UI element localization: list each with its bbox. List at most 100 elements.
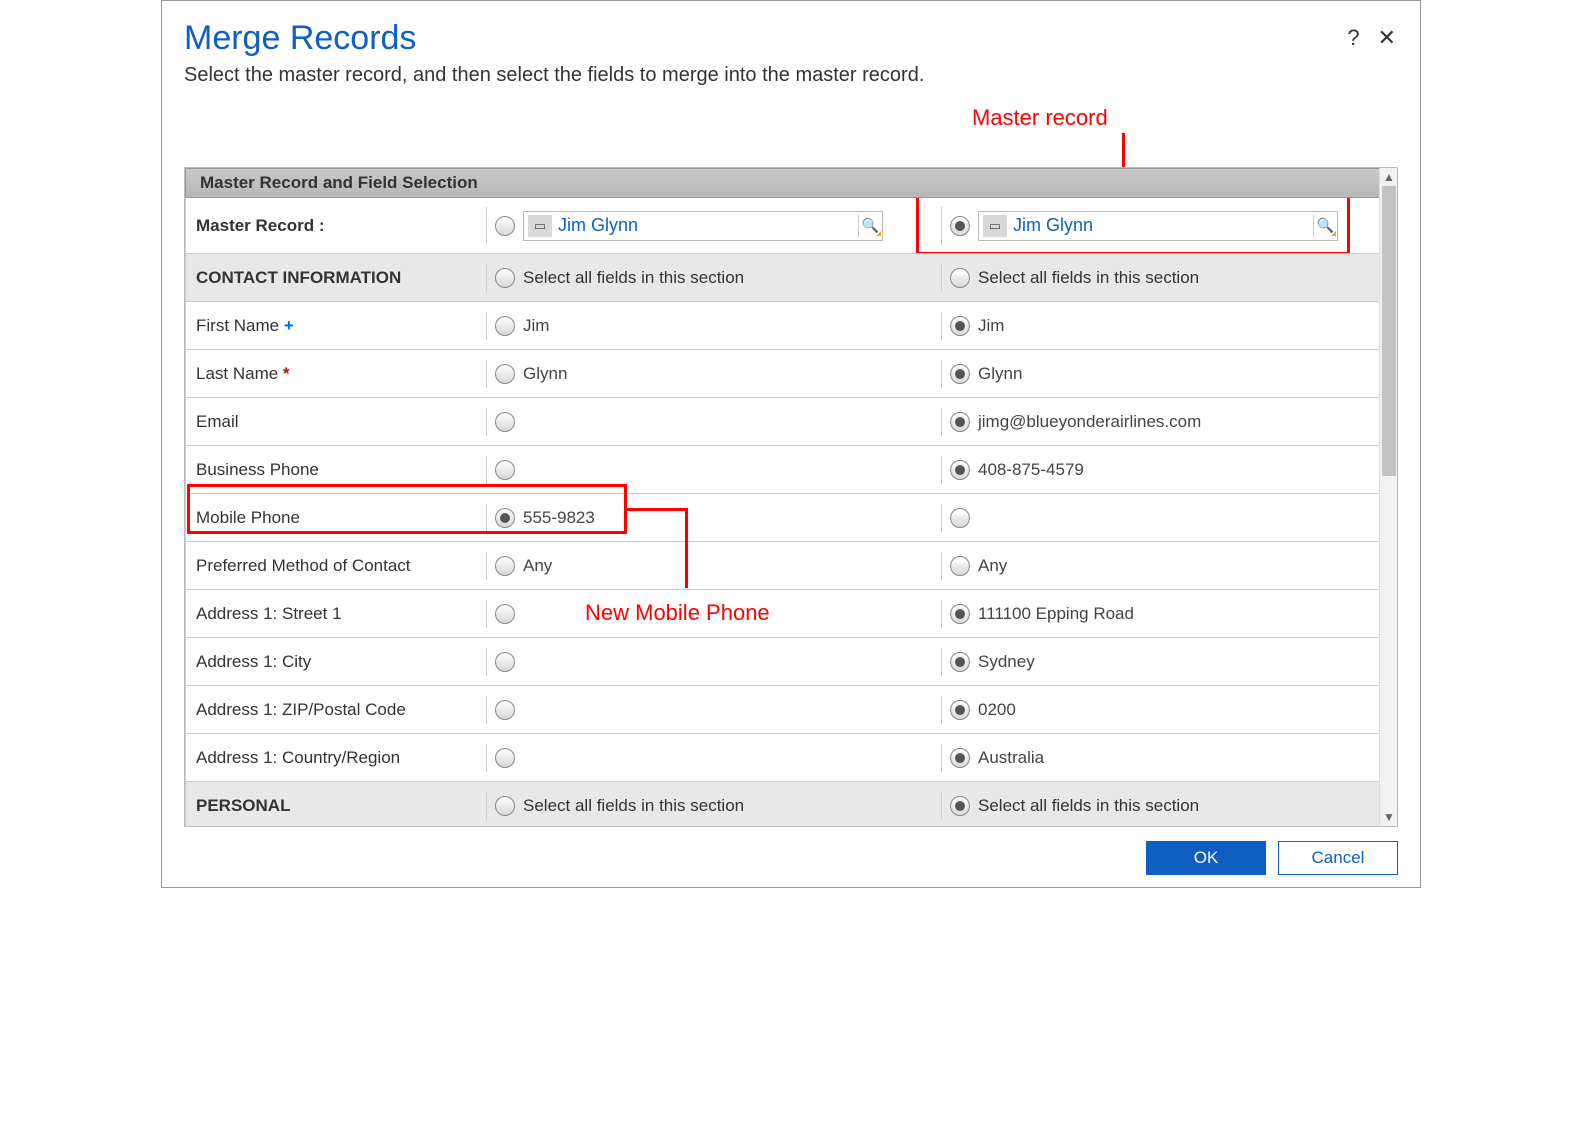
radio-left[interactable] bbox=[495, 508, 515, 528]
selectall-label-right: Select all fields in this section bbox=[978, 268, 1199, 288]
field-label: Mobile Phone bbox=[186, 502, 486, 534]
scrollbar[interactable]: ▲ ▼ bbox=[1379, 168, 1397, 826]
scroll-up-icon[interactable]: ▲ bbox=[1380, 168, 1398, 186]
lookup-search-icon[interactable]: 🔍 bbox=[1313, 215, 1337, 237]
annotation-master-record: Master record bbox=[972, 105, 1108, 131]
close-icon[interactable]: ✕ bbox=[1378, 25, 1396, 51]
field-value-text: 111100 Epping Road bbox=[978, 604, 1134, 624]
field-value-text: Jim bbox=[978, 316, 1004, 336]
field-value-right: Jim bbox=[941, 312, 1396, 340]
lookup-right[interactable]: ▭ Jim Glynn 🔍 bbox=[978, 211, 1338, 241]
field-value-text: jimg@blueyonderairlines.com bbox=[978, 412, 1201, 432]
field-value-right: 111100 Epping Road bbox=[941, 600, 1396, 628]
field-value-text: Jim bbox=[523, 316, 549, 336]
radio-left[interactable] bbox=[495, 652, 515, 672]
radio-selectall-contact-left[interactable] bbox=[495, 268, 515, 288]
field-value-left: 555-9823 bbox=[486, 504, 941, 532]
field-value-left: Glynn bbox=[486, 360, 941, 388]
field-value-text: Australia bbox=[978, 748, 1044, 768]
lookup-left-text: Jim Glynn bbox=[556, 215, 858, 236]
field-value-right: Glynn bbox=[941, 360, 1396, 388]
radio-right[interactable] bbox=[950, 364, 970, 384]
cancel-button[interactable]: Cancel bbox=[1278, 841, 1398, 875]
field-row: Email jimg@blueyonderairlines.com bbox=[185, 398, 1397, 446]
field-value-text: Glynn bbox=[978, 364, 1022, 384]
section-contact-label: CONTACT INFORMATION bbox=[186, 262, 486, 294]
master-record-label: Master Record : bbox=[186, 210, 486, 242]
field-row: Business Phone408-875-4579 bbox=[185, 446, 1397, 494]
field-value-text: Sydney bbox=[978, 652, 1035, 672]
radio-left[interactable] bbox=[495, 748, 515, 768]
field-row: Mobile Phone555-9823 bbox=[185, 494, 1397, 542]
section-personal-label: PERSONAL bbox=[186, 790, 486, 822]
field-value-text: Glynn bbox=[523, 364, 567, 384]
ok-button[interactable]: OK bbox=[1146, 841, 1266, 875]
lookup-left[interactable]: ▭ Jim Glynn 🔍 bbox=[523, 211, 883, 241]
scroll-thumb[interactable] bbox=[1382, 186, 1396, 476]
field-row: Preferred Method of Contact Any Any bbox=[185, 542, 1397, 590]
field-label: Address 1: ZIP/Postal Code bbox=[186, 694, 486, 726]
field-value-text: 408-875-4579 bbox=[978, 460, 1084, 480]
field-label: Email bbox=[186, 406, 486, 438]
lookup-right-text: Jim Glynn bbox=[1011, 215, 1313, 236]
field-row: Address 1: City Sydney bbox=[185, 638, 1397, 686]
field-value-text: Any bbox=[523, 556, 552, 576]
radio-right[interactable] bbox=[950, 604, 970, 624]
field-value-left: Any bbox=[486, 552, 941, 580]
radio-right[interactable] bbox=[950, 748, 970, 768]
section-personal: PERSONAL Select all fields in this secti… bbox=[185, 782, 1397, 827]
radio-selectall-personal-right[interactable] bbox=[950, 796, 970, 816]
field-label: Address 1: Street 1 bbox=[186, 598, 486, 630]
scroll-down-icon[interactable]: ▼ bbox=[1380, 808, 1398, 826]
dialog-title: Merge Records bbox=[184, 19, 1398, 58]
section-contact-information: CONTACT INFORMATION Select all fields in… bbox=[185, 254, 1397, 302]
radio-master-right[interactable] bbox=[950, 216, 970, 236]
card-icon: ▭ bbox=[983, 215, 1007, 237]
radio-left[interactable] bbox=[495, 556, 515, 576]
field-row: Address 1: ZIP/Postal Code 0200 bbox=[185, 686, 1397, 734]
merge-records-dialog: Merge Records Select the master record, … bbox=[161, 0, 1421, 888]
radio-master-left[interactable] bbox=[495, 216, 515, 236]
field-value-right: 0200 bbox=[941, 696, 1396, 724]
master-record-row: Master Record : ▭ Jim Glynn 🔍 ▭ Jim Glyn… bbox=[185, 198, 1397, 254]
selectall-label-left: Select all fields in this section bbox=[523, 268, 744, 288]
lookup-search-icon[interactable]: 🔍 bbox=[858, 215, 882, 237]
radio-left[interactable] bbox=[495, 700, 515, 720]
annotation-new-mobile: New Mobile Phone bbox=[585, 600, 770, 626]
radio-selectall-personal-left[interactable] bbox=[495, 796, 515, 816]
required-recommended-icon: + bbox=[279, 316, 294, 335]
radio-selectall-contact-right[interactable] bbox=[950, 268, 970, 288]
field-value-left bbox=[486, 744, 941, 772]
radio-left[interactable] bbox=[495, 316, 515, 336]
field-value-right: 408-875-4579 bbox=[941, 456, 1396, 484]
field-label: Address 1: City bbox=[186, 646, 486, 678]
field-label: Preferred Method of Contact bbox=[186, 550, 486, 582]
field-row: Address 1: Street 1 111100 Epping Road bbox=[185, 590, 1397, 638]
radio-left[interactable] bbox=[495, 364, 515, 384]
field-value-right: Any bbox=[941, 552, 1396, 580]
field-row: Last Name * Glynn Glynn bbox=[185, 350, 1397, 398]
field-value-right: jimg@blueyonderairlines.com bbox=[941, 408, 1396, 436]
dialog-subtitle: Select the master record, and then selec… bbox=[184, 64, 1398, 87]
field-value-right: Australia bbox=[941, 744, 1396, 772]
annotation-line-v2 bbox=[685, 508, 688, 588]
field-value-text: Any bbox=[978, 556, 1007, 576]
radio-right[interactable] bbox=[950, 316, 970, 336]
radio-right[interactable] bbox=[950, 508, 970, 528]
help-icon[interactable]: ? bbox=[1347, 25, 1359, 51]
radio-right[interactable] bbox=[950, 460, 970, 480]
radio-left[interactable] bbox=[495, 460, 515, 480]
master-record-col-right: ▭ Jim Glynn 🔍 bbox=[941, 207, 1396, 245]
radio-right[interactable] bbox=[950, 652, 970, 672]
grid-header: Master Record and Field Selection bbox=[185, 168, 1397, 198]
radio-left[interactable] bbox=[495, 604, 515, 624]
radio-right[interactable] bbox=[950, 556, 970, 576]
radio-right[interactable] bbox=[950, 412, 970, 432]
radio-right[interactable] bbox=[950, 700, 970, 720]
field-row: First Name +JimJim bbox=[185, 302, 1397, 350]
field-value-left bbox=[486, 696, 941, 724]
radio-left[interactable] bbox=[495, 412, 515, 432]
field-value-right bbox=[941, 504, 1396, 532]
master-record-col-left: ▭ Jim Glynn 🔍 bbox=[486, 207, 941, 245]
field-label: Last Name * bbox=[186, 358, 486, 390]
